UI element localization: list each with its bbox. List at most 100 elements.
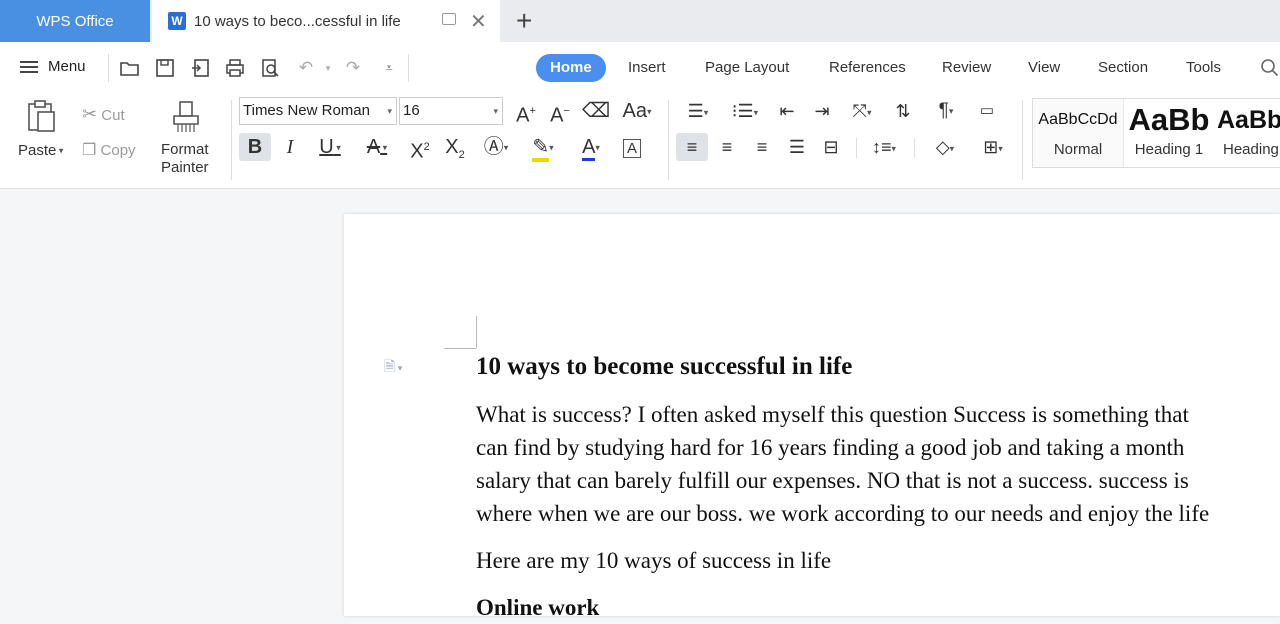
style-heading-2-label: Heading — [1223, 141, 1279, 158]
paragraph-line: What is success? I often asked myself th… — [476, 402, 1189, 427]
menu-button[interactable]: Menu — [20, 58, 86, 75]
font-name-select[interactable]: Times New Roman ▾ — [239, 97, 397, 125]
superscript-icon[interactable]: X2 — [405, 133, 435, 163]
decrease-font-size-icon[interactable]: A− — [546, 97, 574, 127]
print-icon[interactable] — [223, 56, 247, 80]
hamburger-icon — [20, 60, 38, 73]
align-left-icon[interactable]: ≡ — [676, 133, 708, 161]
chevron-down-icon: ▾ — [387, 106, 392, 116]
text-effect-icon[interactable]: Ⓐ▾ — [476, 133, 516, 161]
format-painter-icon[interactable] — [170, 98, 202, 138]
show-paragraph-marks-icon[interactable]: ¶▾ — [926, 97, 966, 125]
underline-icon[interactable]: U ▾ — [310, 133, 350, 161]
copy-button[interactable]: ❐ Copy — [82, 140, 136, 160]
font-size-value: 16 — [403, 102, 420, 119]
font-size-select[interactable]: 16 ▾ — [399, 97, 503, 125]
paste-label: Paste — [18, 142, 57, 159]
divider — [108, 54, 109, 82]
sort-icon[interactable]: ⇅ — [889, 97, 917, 125]
pin-tab-icon[interactable] — [442, 13, 456, 25]
format-painter-label-1: Format — [161, 141, 209, 158]
style-normal[interactable]: AaBbCcDd Normal — [1033, 99, 1124, 167]
paragraph-line: where when we are our boss. we work acco… — [476, 501, 1210, 526]
tab-review[interactable]: Review — [942, 54, 991, 82]
highlight-icon[interactable]: ✎▾ — [522, 133, 564, 162]
style-heading-2[interactable]: AaBb Heading — [1215, 99, 1280, 167]
open-folder-icon[interactable] — [118, 56, 142, 80]
cut-button[interactable]: ✂ Cut — [82, 104, 125, 125]
line-spacing-icon[interactable]: ↕≡▾ — [864, 133, 904, 161]
document-tab-title: 10 ways to beco...cessful in life — [194, 12, 401, 30]
menu-label: Menu — [48, 58, 86, 75]
print-preview-icon[interactable] — [258, 56, 282, 80]
bullets-icon[interactable]: ☰▾ — [680, 97, 716, 125]
undo-dropdown-icon[interactable]: ▾ — [316, 56, 340, 80]
paste-button[interactable]: Paste ▾ — [18, 142, 63, 159]
document-tab[interactable]: W 10 ways to beco...cessful in life ✕ — [152, 0, 500, 42]
margin-corner-mark — [476, 316, 477, 348]
margin-corner-mark — [444, 348, 476, 349]
tab-insert[interactable]: Insert — [628, 54, 666, 82]
bold-icon[interactable]: B — [239, 133, 271, 161]
document-title: 10 ways to become successful in life — [476, 353, 853, 380]
align-center-icon[interactable]: ≡ — [713, 133, 741, 161]
font-name-value: Times New Roman — [243, 102, 370, 119]
tab-view[interactable]: View — [1028, 54, 1060, 82]
redo-icon[interactable]: ↷ — [341, 56, 365, 80]
style-heading-1[interactable]: AaBb Heading 1 — [1124, 99, 1214, 167]
format-painter-button[interactable]: Format Painter — [161, 141, 209, 177]
italic-icon[interactable]: I — [276, 133, 304, 161]
clear-formatting-icon[interactable]: ⌫ — [582, 97, 610, 125]
customize-toolbar-icon[interactable]: ⩡ — [377, 56, 401, 80]
font-color-icon[interactable]: A▾ — [570, 133, 612, 161]
text-direction-icon[interactable]: ⤧▾ — [842, 97, 882, 125]
new-tab-plus-icon[interactable]: + — [516, 4, 532, 38]
align-right-icon[interactable]: ≡ — [748, 133, 776, 161]
divider — [231, 100, 232, 180]
style-normal-label: Normal — [1053, 141, 1103, 158]
ribbon: Paste ▾ ✂ Cut ❐ Copy Format Painter Time… — [0, 94, 1280, 189]
subscript-icon[interactable]: X2 — [440, 133, 470, 161]
ruler-icon[interactable]: ▭ — [972, 97, 1002, 125]
menu-row: Menu ↶ ▾ ↷ ⩡ Home Insert Page Layout Ref… — [0, 42, 1280, 94]
export-pdf-icon[interactable] — [189, 56, 213, 80]
numbering-icon[interactable]: ⁝☰▾ — [726, 97, 764, 125]
increase-font-size-icon[interactable]: A+ — [512, 97, 540, 127]
decrease-indent-icon[interactable]: ⇤ — [773, 97, 801, 125]
tab-section[interactable]: Section — [1098, 54, 1148, 82]
strikethrough-icon[interactable]: A ▾ — [356, 133, 398, 161]
divider — [914, 138, 915, 158]
increase-indent-icon[interactable]: ⇥ — [808, 97, 836, 125]
title-bar: WPS Office W 10 ways to beco...cessful i… — [0, 0, 1280, 42]
styles-gallery: AaBbCcDd Normal AaBb Heading 1 AaBb Head… — [1032, 98, 1280, 168]
format-painter-label-2: Painter — [161, 159, 209, 176]
save-icon[interactable] — [153, 56, 177, 80]
tab-page-layout[interactable]: Page Layout — [705, 54, 789, 82]
shading-icon[interactable]: ◇▾ — [924, 133, 966, 161]
writer-doc-icon: W — [168, 12, 186, 30]
character-border-icon[interactable]: A — [618, 133, 646, 161]
paragraph-list-intro: Here are my 10 ways of success in life — [476, 548, 832, 573]
section-heading: Online work — [476, 595, 600, 620]
style-heading-1-sample: AaBb — [1128, 102, 1210, 137]
tab-references[interactable]: References — [829, 54, 906, 82]
paragraph-line: salary that can barely fulfill our expen… — [476, 468, 1189, 493]
paragraph-intro: What is success? I often asked myself th… — [476, 398, 1280, 530]
style-normal-sample: AaBbCcDd — [1038, 111, 1118, 128]
tab-home[interactable]: Home — [536, 54, 606, 82]
undo-icon[interactable]: ↶ — [294, 56, 318, 80]
wps-office-tab[interactable]: WPS Office — [0, 0, 150, 42]
clipboard-icon[interactable] — [24, 98, 60, 138]
divider — [668, 100, 669, 180]
change-case-icon[interactable]: Aa▾ — [616, 97, 658, 125]
borders-icon[interactable]: ⊞▾ — [972, 133, 1014, 161]
distributed-icon[interactable]: ⊟ — [817, 133, 845, 161]
search-icon[interactable] — [1258, 56, 1280, 80]
tab-tools[interactable]: Tools — [1186, 54, 1221, 82]
justify-icon[interactable]: ☰ — [783, 133, 811, 161]
cut-label: Cut — [101, 107, 125, 124]
paragraph-handle-icon[interactable]: 🗎 ▾ — [384, 356, 402, 380]
chevron-down-icon: ▾ — [493, 106, 498, 116]
document-body[interactable]: 10 ways to become successful in life Wha… — [476, 348, 1280, 624]
close-tab-icon[interactable]: ✕ — [470, 9, 487, 34]
